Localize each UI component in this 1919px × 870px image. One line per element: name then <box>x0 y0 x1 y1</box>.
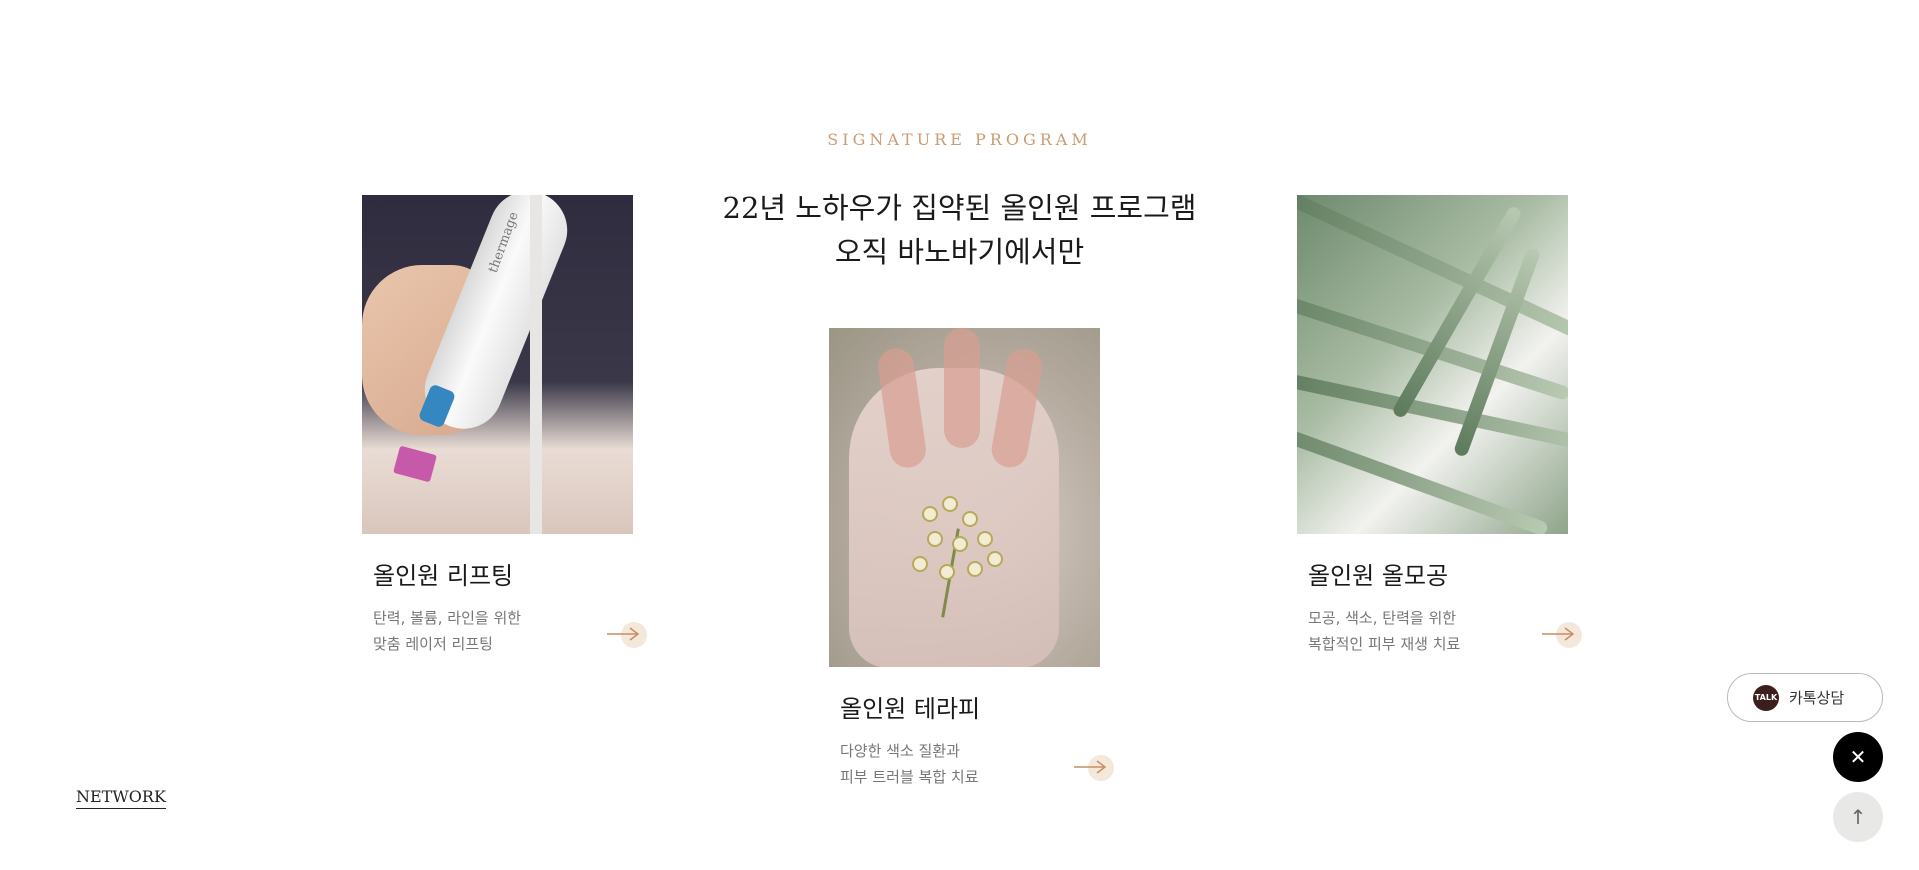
photo-flower <box>969 563 981 575</box>
photo-flower <box>941 566 953 578</box>
card-title[interactable]: 올인원 테라피 <box>840 689 1114 724</box>
photo-flower <box>914 558 926 570</box>
kakao-talk-button[interactable]: TALK 카톡상담 <box>1727 673 1883 722</box>
pore-photo <box>1297 195 1568 534</box>
section-headline: 22년 노하우가 집약된 올인원 프로그램 오직 바노바기에서만 <box>0 186 1919 274</box>
desc-line-2: 맞춤 레이저 리프팅 <box>373 635 493 653</box>
kakao-talk-label: 카톡상담 <box>1789 689 1845 707</box>
photo-cable <box>530 195 542 534</box>
kakao-talk-icon: TALK <box>1753 684 1779 711</box>
arrow-right-icon <box>1542 627 1575 641</box>
close-button[interactable]: ✕ <box>1833 732 1883 782</box>
desc-line-2: 피부 트러블 복합 치료 <box>840 768 979 786</box>
close-icon: ✕ <box>1849 745 1867 769</box>
lifting-photo: thermage <box>362 195 633 534</box>
headline-line-2: 오직 바노바기에서만 <box>834 235 1085 269</box>
arrow-up-icon: ↑ <box>1849 805 1867 829</box>
card-description: 탄력, 볼륨, 라인을 위한 맞춤 레이저 리프팅 <box>373 605 647 657</box>
card-more-button[interactable] <box>1074 753 1114 783</box>
desc-line-1: 모공, 색소, 탄력을 위한 <box>1308 609 1457 627</box>
card-more-button[interactable] <box>1542 620 1582 650</box>
photo-finger <box>944 328 980 448</box>
desc-line-2: 복합적인 피부 재생 치료 <box>1308 635 1461 653</box>
card-more-button[interactable] <box>607 620 647 650</box>
scroll-top-button[interactable]: ↑ <box>1833 792 1883 842</box>
card-title[interactable]: 올인원 리프팅 <box>373 556 647 591</box>
card-title[interactable]: 올인원 올모공 <box>1308 556 1582 591</box>
program-card-therapy[interactable]: 올인원 테라피 다양한 색소 질환과 피부 트러블 복합 치료 <box>829 328 1114 790</box>
photo-flower <box>989 553 1001 565</box>
desc-line-1: 탄력, 볼륨, 라인을 위한 <box>373 609 522 627</box>
photo-flower <box>954 538 966 550</box>
arrow-right-icon <box>1074 760 1107 774</box>
card-description: 다양한 색소 질환과 피부 트러블 복합 치료 <box>840 738 1114 790</box>
photo-flower <box>964 513 976 525</box>
program-card-lifting[interactable]: thermage 올인원 리프팅 탄력, 볼륨, 라인을 위한 맞춤 레이저 리… <box>362 195 647 657</box>
desc-line-1: 다양한 색소 질환과 <box>840 742 960 760</box>
photo-flower <box>979 533 991 545</box>
therapy-photo <box>829 328 1100 667</box>
photo-flower <box>944 498 956 510</box>
headline-line-1: 22년 노하우가 집약된 올인원 프로그램 <box>722 191 1197 225</box>
photo-tip <box>393 445 437 483</box>
photo-flower <box>929 533 941 545</box>
photo-flower <box>924 508 936 520</box>
section-eyebrow: SIGNATURE PROGRAM <box>827 130 1092 149</box>
arrow-right-icon <box>607 627 640 641</box>
network-link[interactable]: NETWORK <box>76 787 166 809</box>
program-card-pore[interactable]: 올인원 올모공 모공, 색소, 탄력을 위한 복합적인 피부 재생 치료 <box>1297 195 1582 657</box>
card-description: 모공, 색소, 탄력을 위한 복합적인 피부 재생 치료 <box>1308 605 1582 657</box>
